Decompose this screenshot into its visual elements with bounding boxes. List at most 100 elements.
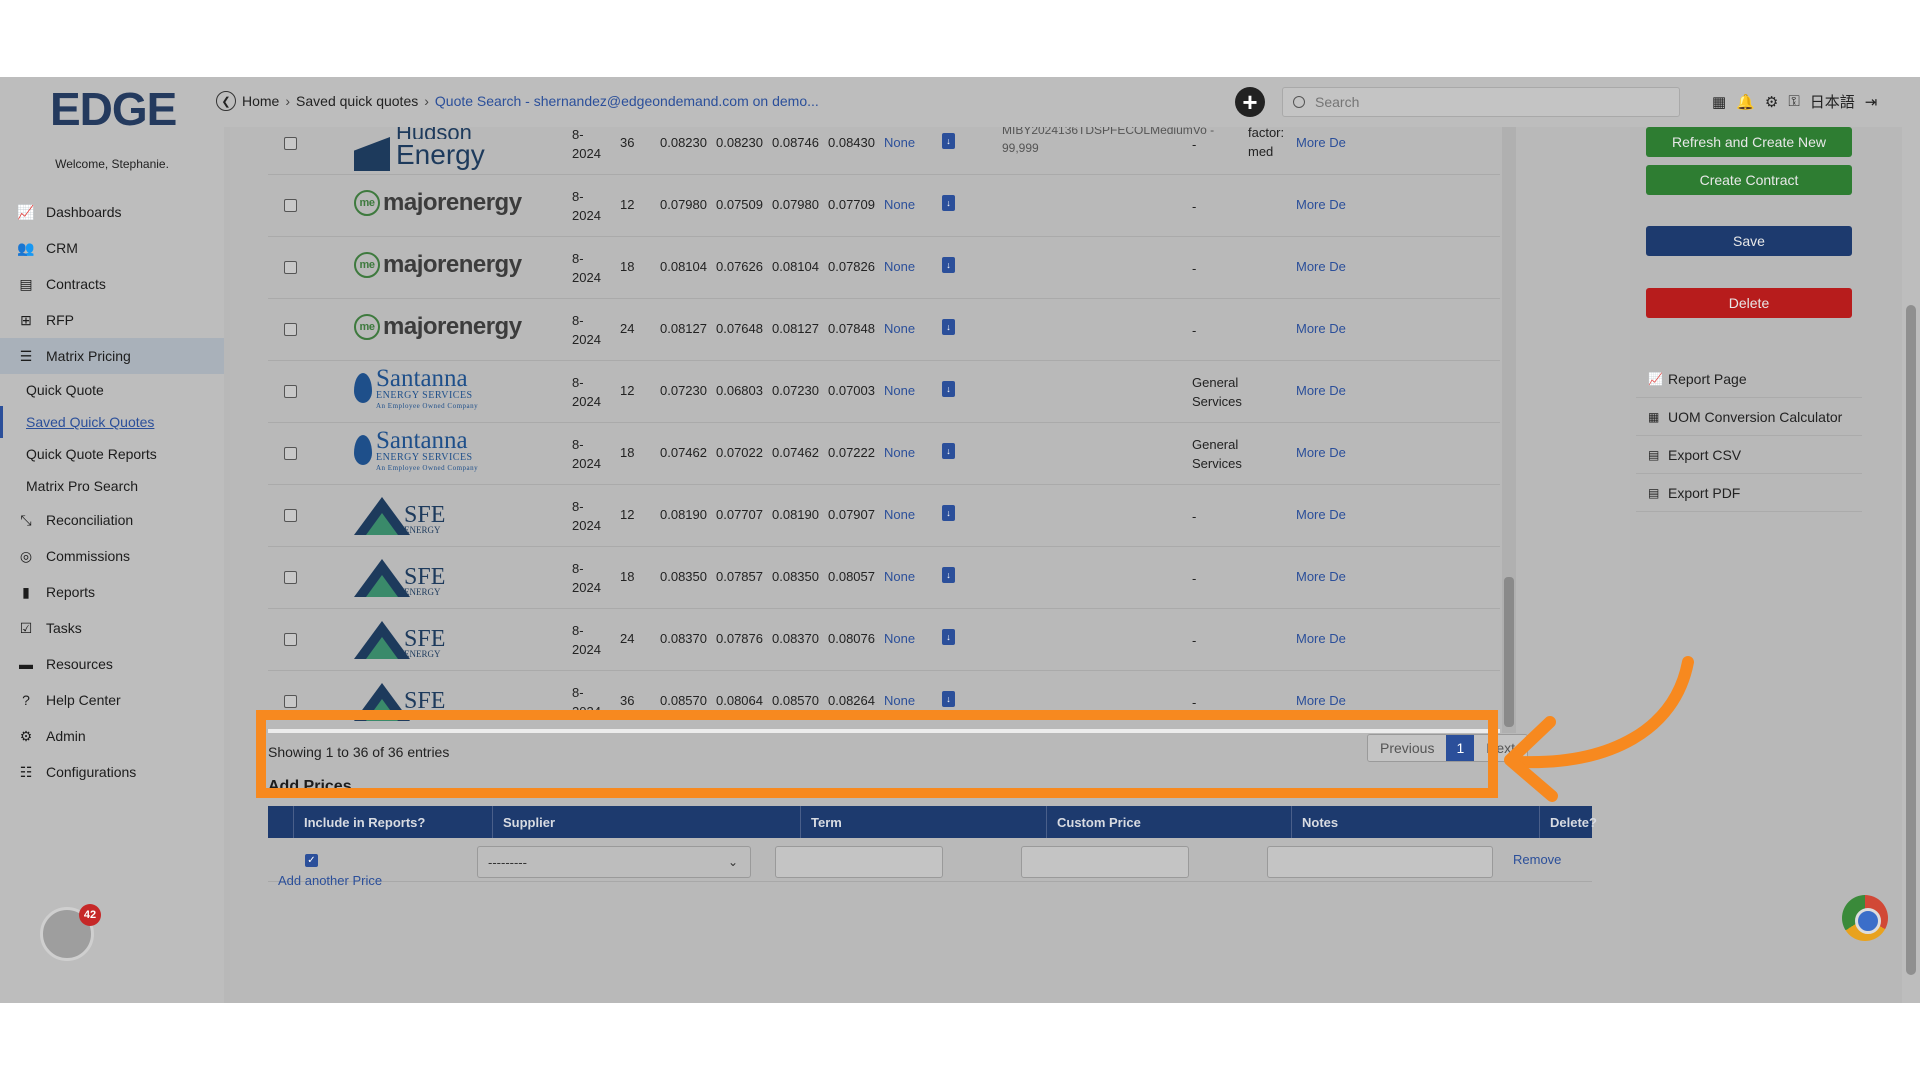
price-cell: 0.07222 — [828, 445, 875, 460]
pdf-download-icon[interactable]: ↓ — [942, 567, 955, 583]
notes-input[interactable] — [1267, 846, 1493, 878]
language-switch[interactable]: 日本語 — [1810, 91, 1855, 112]
report-page-link[interactable]: 📈 Report Page — [1636, 360, 1862, 398]
breadcrumb-current[interactable]: Quote Search - shernandez@edgeondemand.c… — [435, 93, 819, 109]
add-new-button[interactable]: + — [1235, 87, 1265, 117]
custom-price-cell[interactable]: None — [884, 321, 915, 336]
calendar-icon[interactable]: ▦ — [1712, 93, 1726, 111]
remove-link[interactable]: Remove — [1513, 852, 1561, 867]
more-details-link[interactable]: More De — [1296, 259, 1346, 274]
sidebar-subitem-matrix-pro-search[interactable]: Matrix Pro Search — [0, 470, 224, 502]
sidebar-item-label: Reports — [46, 584, 96, 600]
sidebar-item-contracts[interactable]: ▤ Contracts — [0, 266, 224, 302]
export-csv-link[interactable]: ▤ Export CSV — [1636, 436, 1862, 474]
supplier-logo-tagline: An Employee Owned Company — [376, 402, 479, 410]
search-input[interactable] — [1315, 94, 1655, 110]
sidebar-subitem-saved-quick-quotes[interactable]: Saved Quick Quotes — [0, 406, 224, 438]
sidebar-subitem-quick-quote[interactable]: Quick Quote — [0, 374, 224, 406]
export-pdf-link[interactable]: ▤ Export PDF — [1636, 474, 1862, 512]
row-checkbox[interactable] — [284, 633, 297, 646]
custom-price-cell[interactable]: None — [884, 507, 915, 522]
breadcrumb-saved-quick-quotes[interactable]: Saved quick quotes — [296, 93, 418, 109]
more-details-link[interactable]: More De — [1296, 631, 1346, 646]
sidebar: EDGE Welcome, Stephanie. 📈 Dashboards 👥 CR… — [0, 77, 224, 1003]
row-checkbox[interactable] — [284, 137, 297, 150]
row-checkbox[interactable] — [284, 199, 297, 212]
refresh-and-create-new-button[interactable]: Refresh and Create New — [1646, 127, 1852, 157]
edge-logo[interactable]: EDGE — [50, 86, 180, 132]
page-scrollbar[interactable] — [1902, 77, 1920, 1003]
custom-price-cell[interactable]: None — [884, 197, 915, 212]
custom-price-cell[interactable]: None — [884, 631, 915, 646]
save-button[interactable]: Save — [1646, 226, 1852, 256]
sidebar-item-reports[interactable]: ▮ Reports — [0, 574, 224, 610]
sidebar-item-crm[interactable]: 👥 CRM — [0, 230, 224, 266]
sidebar-item-dashboards[interactable]: 📈 Dashboards — [0, 194, 224, 230]
back-circle-icon[interactable]: ❮ — [216, 91, 236, 111]
sidebar-item-admin[interactable]: ⚙ Admin — [0, 718, 224, 754]
supplier-select[interactable]: --------- ⌄ — [477, 846, 751, 878]
pdf-download-icon[interactable]: ↓ — [942, 505, 955, 521]
pdf-download-icon[interactable]: ↓ — [942, 629, 955, 645]
gear-icon[interactable]: ⚙ — [1765, 93, 1778, 111]
table-row: SFE ENERGY 8- 2024 12 0.08190 0.07707 0.08190 0.… — [268, 485, 1500, 547]
sidebar-subitem-quick-quote-reports[interactable]: Quick Quote Reports — [0, 438, 224, 470]
custom-price-cell[interactable]: None — [884, 383, 915, 398]
more-details-link[interactable]: More De — [1296, 135, 1346, 150]
sidebar-item-rfp[interactable]: ⊞ RFP — [0, 302, 224, 338]
bell-icon[interactable]: 🔔 — [1736, 93, 1755, 111]
custom-price-input[interactable] — [1021, 846, 1189, 878]
row-checkbox[interactable] — [284, 695, 297, 708]
sidebar-item-reconciliation[interactable]: ⤡ Reconciliation — [0, 502, 224, 538]
create-contract-button[interactable]: Create Contract — [1646, 165, 1852, 195]
add-another-price-link[interactable]: Add another Price — [278, 873, 382, 888]
sidebar-item-help-center[interactable]: ? Help Center — [0, 682, 224, 718]
uom-conversion-calculator-link[interactable]: ▦ UOM Conversion Calculator — [1636, 398, 1862, 436]
add-price-row: ✓ --------- ⌄ Remove — [268, 838, 1592, 882]
pdf-download-icon[interactable]: ↓ — [942, 133, 955, 149]
more-details-link[interactable]: More De — [1296, 693, 1346, 708]
sidebar-item-commissions[interactable]: ◎ Commissions — [0, 538, 224, 574]
more-details-link[interactable]: More De — [1296, 321, 1346, 336]
pdf-download-icon[interactable]: ↓ — [942, 443, 955, 459]
term-input[interactable] — [775, 846, 943, 878]
price-cell: 0.07980 — [660, 197, 707, 212]
pdf-download-icon[interactable]: ↓ — [942, 257, 955, 273]
row-checkbox[interactable] — [284, 447, 297, 460]
sidebar-item-matrix-pricing[interactable]: ☰ Matrix Pricing — [0, 338, 224, 374]
custom-price-cell[interactable]: None — [884, 569, 915, 584]
more-details-link[interactable]: More De — [1296, 383, 1346, 398]
more-details-link[interactable]: More De — [1296, 507, 1346, 522]
welcome-badge-avatar[interactable]: 42 — [40, 904, 101, 961]
sidebar-item-resources[interactable]: ▬ Resources — [0, 646, 224, 682]
more-details-link[interactable]: More De — [1296, 569, 1346, 584]
logout-icon[interactable]: ⇥ — [1865, 93, 1878, 111]
breadcrumb-home[interactable]: Home — [242, 93, 279, 109]
custom-price-cell[interactable]: None — [884, 135, 915, 150]
chrome-extension-icon[interactable] — [1842, 895, 1888, 941]
main-content: HudsonEnergy 8- 2024 36 0.08230 0.08230 0.0874… — [230, 127, 1630, 1003]
row-checkbox[interactable] — [284, 323, 297, 336]
row-checkbox[interactable] — [284, 571, 297, 584]
pdf-download-icon[interactable]: ↓ — [942, 381, 955, 397]
more-details-link[interactable]: More De — [1296, 197, 1346, 212]
page-scrollbar-thumb[interactable] — [1906, 305, 1916, 975]
key-icon[interactable]: ⚿ — [1788, 93, 1799, 110]
custom-price-cell[interactable]: None — [884, 445, 915, 460]
pdf-download-icon[interactable]: ↓ — [942, 195, 955, 211]
row-checkbox[interactable] — [284, 261, 297, 274]
pdf-download-icon[interactable]: ↓ — [942, 691, 955, 707]
search-bar[interactable] — [1282, 87, 1680, 117]
sidebar-item-configurations[interactable]: ☷ Configurations — [0, 754, 224, 790]
sidebar-item-tasks[interactable]: ☑ Tasks — [0, 610, 224, 646]
pdf-download-icon[interactable]: ↓ — [942, 319, 955, 335]
users-icon: 👥 — [17, 239, 35, 256]
delete-button[interactable]: Delete — [1646, 288, 1852, 318]
santanna-text: Santanna ENERGY SERVICES An Employee Owned… — [376, 428, 478, 473]
more-details-link[interactable]: More De — [1296, 445, 1346, 460]
row-checkbox[interactable] — [284, 385, 297, 398]
custom-price-cell[interactable]: None — [884, 693, 915, 708]
include-in-reports-checkbox[interactable]: ✓ — [305, 854, 318, 867]
custom-price-cell[interactable]: None — [884, 259, 915, 274]
row-checkbox[interactable] — [284, 509, 297, 522]
